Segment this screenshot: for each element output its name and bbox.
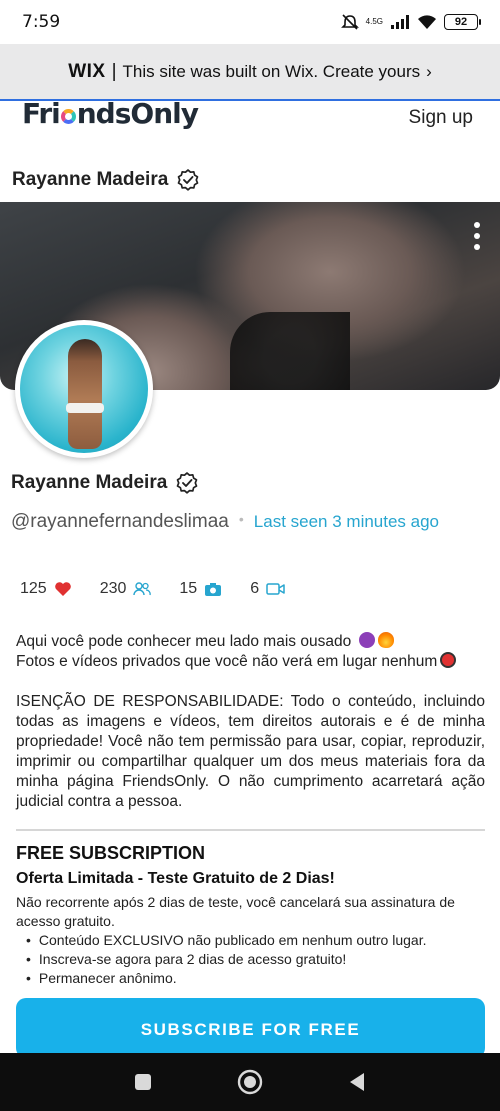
subscription-description: Não recorrente após 2 dias de teste, voc… <box>16 894 455 929</box>
status-time: 7:59 <box>22 12 61 32</box>
network-type: 4.5G <box>365 17 383 26</box>
wix-banner[interactable]: WIX | This site was built on Wix. Create… <box>0 44 500 101</box>
devil-emoji-icon <box>358 632 375 648</box>
video-icon <box>266 583 285 595</box>
camera-icon <box>205 583 222 596</box>
status-bar: 7:59 4.5G 92 <box>0 0 500 44</box>
profile-bio: Aqui você pode conhecer meu lado mais ou… <box>16 632 485 812</box>
heart-icon <box>54 582 71 596</box>
brand-prefix: Fri <box>22 97 61 130</box>
square-icon <box>135 1074 152 1090</box>
avatar-figure <box>68 339 102 449</box>
cover-detail <box>230 312 350 390</box>
separator-dot: • <box>238 511 244 527</box>
brand-logo[interactable]: Fri ndsOnly <box>22 97 199 130</box>
bio-disclaimer: ISENÇÃO DE RESPONSABILIDADE: Todo o cont… <box>16 693 485 810</box>
divider <box>16 829 485 831</box>
profile-name: Rayanne Madeira <box>11 472 168 493</box>
list-item: Inscreva-se agora para 2 dias de acesso … <box>26 950 476 969</box>
no-under-18-icon <box>440 652 457 668</box>
verified-icon <box>177 169 199 191</box>
videos-count: 6 <box>250 580 260 597</box>
back-triangle-icon <box>349 1073 364 1091</box>
bio-line-1: Aqui você pode conhecer meu lado mais ou… <box>16 632 485 652</box>
bio-line-1-text: Aqui você pode conhecer meu lado mais ou… <box>16 633 352 650</box>
stat-photos: 15 <box>179 580 222 598</box>
subscription-title: FREE SUBSCRIPTION <box>16 843 206 863</box>
profile-stats: 125 230 15 6 <box>20 580 314 598</box>
subscription-benefits: Conteúdo EXCLUSIVO não publicado em nenh… <box>26 931 476 988</box>
fire-emoji-icon <box>377 632 394 648</box>
back-button[interactable] <box>337 1062 377 1102</box>
profile-name: Rayanne Madeira <box>12 169 169 190</box>
chevron-right-icon: › <box>426 61 432 81</box>
wix-separator: | <box>111 60 117 82</box>
profile-handle: @rayannefernandeslimaa <box>11 511 229 532</box>
site-header: Fri ndsOnly Sign up <box>0 97 500 157</box>
stat-subscribers: 230 <box>100 580 152 598</box>
avatar[interactable] <box>15 320 153 458</box>
brand-suffix: ndsOnly <box>76 97 199 130</box>
list-item: Permanecer anônimo. <box>26 969 476 988</box>
subscription-offer: Oferta Limitada - Teste Gratuito de 2 Di… <box>16 870 335 887</box>
more-options-icon[interactable] <box>474 222 480 250</box>
last-seen: Last seen 3 minutes ago <box>253 512 440 531</box>
profile-name-top: Rayanne Madeira <box>12 168 200 192</box>
wix-banner-text: This site was built on Wix. Create yours <box>122 61 421 81</box>
stat-likes: 125 <box>20 580 72 598</box>
stat-videos: 6 <box>250 580 286 598</box>
recents-button[interactable] <box>123 1062 163 1102</box>
signal-icon <box>391 15 409 29</box>
battery-icon: 92 <box>444 14 481 30</box>
android-nav-bar <box>0 1053 500 1111</box>
bio-line-2: Fotos e vídeos privados que você não ver… <box>16 652 485 672</box>
subscribe-button[interactable]: SUBSCRIBE FOR FREE <box>16 998 485 1058</box>
profile-name-main: Rayanne Madeira <box>11 471 199 495</box>
wix-logo: WIX <box>68 60 106 82</box>
home-button[interactable] <box>230 1062 270 1102</box>
photos-count: 15 <box>179 580 198 597</box>
wifi-icon <box>418 15 436 29</box>
signup-link[interactable]: Sign up <box>409 107 473 129</box>
circle-icon <box>237 1069 263 1095</box>
avatar-image <box>20 325 148 453</box>
avatar-detail <box>66 403 104 413</box>
status-icons: 4.5G 92 <box>340 14 481 30</box>
mute-icon <box>340 14 359 30</box>
handle-line: @rayannefernandeslimaa • Last seen 3 minut… <box>11 505 481 536</box>
list-item: Conteúdo EXCLUSIVO não publicado em nenh… <box>26 931 476 950</box>
subscribers-count: 230 <box>99 580 127 597</box>
bio-line-2-text: Fotos e vídeos privados que você não ver… <box>16 653 438 670</box>
users-icon <box>133 582 152 596</box>
likes-count: 125 <box>20 580 47 597</box>
verified-icon <box>176 472 198 494</box>
brand-ring-icon <box>60 109 76 124</box>
